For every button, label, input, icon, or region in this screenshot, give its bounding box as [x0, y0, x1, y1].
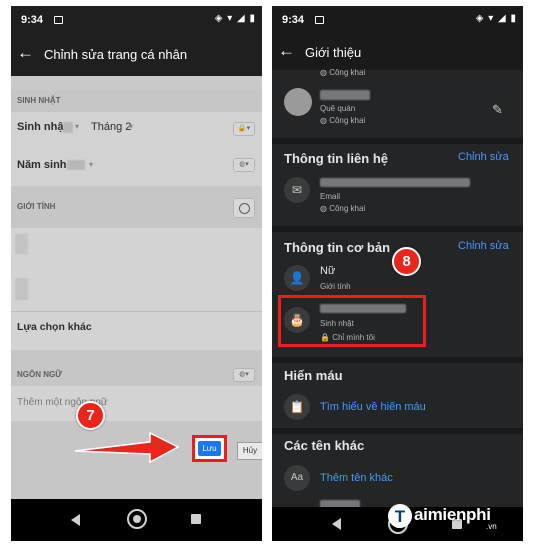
chevron-down-icon: ▾ [89, 160, 94, 169]
spacer [11, 76, 262, 90]
status-time: 9:34 [282, 14, 305, 26]
email-privacy: ◍ Công khai [320, 204, 365, 213]
gender-label: Giới tính [320, 282, 351, 291]
privacy-label: Chỉ mình tôi [332, 333, 375, 342]
save-button[interactable]: Lưu [198, 441, 221, 456]
globe-privacy-dropdown[interactable]: ◍▾ [233, 158, 255, 172]
privacy-label: Công khai [329, 68, 366, 77]
separator [272, 226, 523, 232]
section-language: NGÔN NGỮ [11, 364, 262, 386]
birthday-privacy: 🔒 Chỉ mình tôi [320, 333, 375, 342]
privacy-label: Công khai [329, 116, 366, 125]
blurred-option [15, 278, 28, 300]
blurred-birthday [320, 304, 406, 313]
app-bar: ← Chỉnh sửa trang cá nhân [11, 34, 262, 76]
blood-heading: Hiến máu [284, 368, 343, 383]
nav-back-icon[interactable] [332, 518, 341, 530]
person-icon: 👤 [284, 265, 310, 291]
contact-heading: Thông tin liên hệ [284, 151, 388, 166]
birth-year-label: Năm sinh [17, 159, 67, 171]
more-options-link[interactable]: Lựa chọn khác [17, 321, 92, 333]
mail-icon: ✉ [284, 177, 310, 203]
separator [272, 428, 523, 434]
birthday-label: Sinh nhật [320, 319, 354, 328]
status-bar: 9:34 ◈ ▾ ◢ ▮ [272, 6, 523, 34]
cake-icon: 🎂 [284, 307, 310, 333]
watermark-logo: T [388, 504, 412, 528]
chevron-down-icon: ▾ [75, 122, 80, 131]
section-gender: GIỚI TÍNH [11, 186, 262, 228]
other-names-heading: Các tên khác [284, 438, 365, 453]
birthday-month-select[interactable]: Tháng 2 [91, 121, 131, 133]
status-bar: 9:34 ◈ ▾ ◢ ▮ [11, 6, 262, 34]
section-birthday: SINH NHẬT [11, 90, 262, 112]
lock-icon: 🔒 [320, 333, 333, 342]
nav-home-icon[interactable] [127, 509, 147, 529]
step-badge-7: 7 [76, 401, 105, 430]
globe-icon: ◍ [320, 204, 330, 213]
top-privacy: ◍ Công khai [320, 68, 365, 77]
add-other-name-link[interactable]: Thêm tên khác [320, 472, 393, 484]
email-label: Email [320, 192, 341, 201]
back-arrow-icon[interactable]: ← [17, 43, 34, 63]
left-phone-screen: 9:34 ◈ ▾ ◢ ▮ ← Chỉnh sửa trang cá nhân S… [11, 6, 262, 541]
text-icon: Aa [284, 465, 310, 491]
gender-toggle[interactable] [233, 198, 255, 218]
blurred-email [320, 178, 470, 187]
globe-icon: ◍ [320, 116, 330, 125]
separator [272, 138, 523, 144]
nav-recents-icon[interactable] [191, 514, 201, 524]
spacer [11, 350, 262, 364]
status-time: 9:34 [21, 14, 44, 26]
page-title: Giới thiệu [305, 45, 362, 60]
chevron-down-icon: ▾ [129, 122, 134, 131]
image-notification-icon [315, 16, 324, 24]
pencil-icon[interactable]: ✎ [492, 102, 503, 118]
radio-circle-icon [239, 203, 250, 214]
lock-privacy-dropdown[interactable]: 🔒▾ [233, 122, 255, 136]
hometown-label: Quê quán [320, 104, 356, 113]
status-icons: ◈ ▾ ◢ ▮ [214, 13, 256, 24]
blurred-option [15, 234, 28, 254]
nav-back-icon[interactable] [71, 514, 80, 526]
gender-value: Nữ [320, 265, 336, 277]
blood-link[interactable]: Tìm hiểu về hiến máu [320, 401, 426, 413]
cancel-button[interactable]: Hủy [237, 442, 262, 460]
app-bar: ← Giới thiệu [272, 34, 523, 70]
watermark-tld: .vn [486, 522, 497, 531]
hometown-privacy: ◍ Công khai [320, 116, 365, 125]
contact-edit-link[interactable]: Chỉnh sửa [458, 151, 509, 163]
status-icons: ◈ ▾ ◢ ▮ [475, 13, 517, 24]
divider [11, 311, 262, 312]
globe-icon: ◍ [320, 68, 330, 77]
blurred-day [63, 122, 73, 133]
hometown-avatar [284, 88, 312, 116]
blurred-year [67, 160, 85, 170]
basic-edit-link[interactable]: Chỉnh sửa [458, 240, 509, 252]
step-badge-8: 8 [392, 247, 421, 276]
blurred-hometown [320, 90, 370, 100]
android-nav-bar [11, 499, 262, 541]
globe-privacy-dropdown[interactable]: ◍▾ [233, 368, 255, 382]
birthday-label: Sinh nhật [17, 121, 68, 133]
save-button-highlight: Lưu [192, 435, 227, 462]
clipboard-icon: 📋 [284, 394, 310, 420]
basic-info-heading: Thông tin cơ bản [284, 240, 391, 255]
image-notification-icon [54, 16, 63, 24]
separator [272, 357, 523, 363]
watermark-text: aimienphi [414, 505, 491, 524]
privacy-label: Công khai [329, 204, 366, 213]
back-arrow-icon[interactable]: ← [278, 41, 295, 61]
page-title: Chỉnh sửa trang cá nhân [44, 47, 188, 62]
